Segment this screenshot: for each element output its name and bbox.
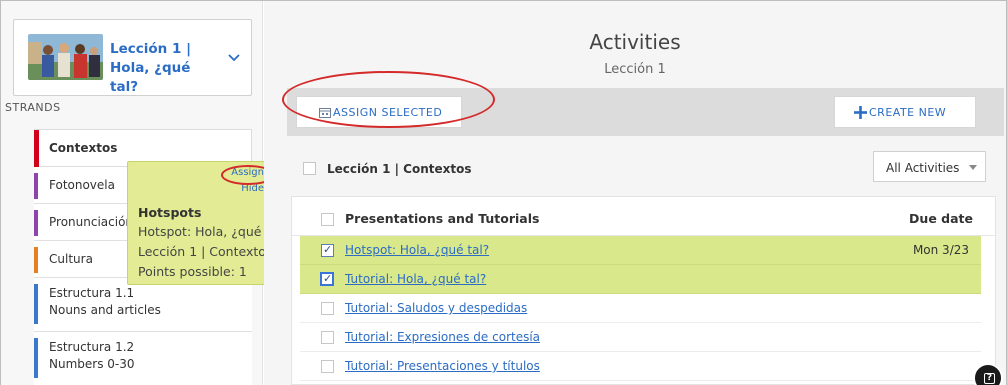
- lesson-title: Lección 1 | Hola, ¿qué tal?: [110, 41, 191, 95]
- lesson-thumbnail: [28, 34, 103, 80]
- group-label: Lección 1 | Contextos: [327, 162, 472, 176]
- activity-link[interactable]: Tutorial: Hola, ¿qué tal?: [345, 272, 486, 286]
- create-new-label: CREATE NEW: [869, 106, 947, 119]
- help-icon: ?: [984, 373, 995, 384]
- activity-link[interactable]: Hotspot: Hola, ¿qué tal?: [345, 243, 489, 257]
- row-checkbox[interactable]: [320, 272, 334, 286]
- activity-row: Tutorial: Expresiones de cortesía: [300, 323, 981, 352]
- strand-title: Estructura 1.2: [49, 340, 135, 354]
- strand-item-estructura-1-2[interactable]: Estructura 1.2 Numbers 0-30: [34, 332, 252, 385]
- main-content: Activities Lección 1 ASSIGN SELECTED CRE…: [264, 1, 1006, 385]
- row-checkbox[interactable]: [321, 331, 334, 344]
- tooltip-line: Points possible: 1: [138, 264, 247, 279]
- activity-link[interactable]: Tutorial: Presentaciones y títulos: [345, 359, 540, 373]
- help-button[interactable]: ?: [973, 363, 1003, 385]
- sidebar: Lección 1 | Hola, ¿qué tal? STRANDS Cont…: [1, 1, 295, 385]
- strand-color-bar: [34, 130, 39, 167]
- activity-link[interactable]: Tutorial: Expresiones de cortesía: [345, 330, 540, 344]
- chevron-down-icon[interactable]: [226, 49, 242, 65]
- lesson-selector[interactable]: Lección 1 | Hola, ¿qué tal?: [13, 19, 252, 96]
- strand-color-bar: [34, 247, 38, 273]
- strand-label: Pronunciación: [49, 215, 134, 229]
- due-date-header: Due date: [909, 211, 973, 226]
- activity-filter-select[interactable]: All Activities: [873, 151, 986, 182]
- tooltip-line: Lección 1 | Contextos: [138, 244, 273, 259]
- group-checkbox[interactable]: [303, 162, 316, 175]
- strand-title: Estructura 1.1: [49, 286, 135, 300]
- strand-subtitle: Numbers 0-30: [49, 357, 135, 371]
- panel-header: Presentations and Tutorials Due date: [292, 197, 995, 236]
- select-all-checkbox[interactable]: [321, 213, 334, 226]
- strand-item-estructura-1-1[interactable]: Estructura 1.1 Nouns and articles: [34, 278, 252, 332]
- strand-label: Estructura 1.2 Numbers 0-30: [49, 339, 135, 373]
- activity-due-date: Mon 3/23: [912, 243, 969, 257]
- activities-panel: Presentations and Tutorials Due date Hot…: [291, 196, 996, 385]
- activity-link[interactable]: Tutorial: Saludos y despedidas: [345, 301, 527, 315]
- annotation-circle: [282, 71, 495, 128]
- page-title: Activities: [589, 30, 681, 54]
- activity-row: Tutorial: Presentaciones y títulos: [300, 352, 981, 381]
- tooltip-heading: Hotspots: [138, 205, 202, 220]
- panel-heading: Presentations and Tutorials: [345, 211, 540, 226]
- strand-color-bar: [34, 173, 38, 199]
- activity-row: Tutorial: Hola, ¿qué tal?: [300, 265, 981, 294]
- create-new-button[interactable]: CREATE NEW: [834, 96, 976, 128]
- strand-label: Cultura: [49, 252, 93, 266]
- strand-label: Contextos: [49, 141, 118, 155]
- strand-color-bar: [34, 284, 38, 324]
- caret-down-icon: [969, 165, 977, 170]
- strand-label: Estructura 1.1 Nouns and articles: [49, 285, 161, 319]
- filter-selected-value: All Activities: [886, 161, 960, 175]
- row-checkbox[interactable]: [321, 302, 334, 315]
- row-checkbox[interactable]: [321, 243, 334, 257]
- row-checkbox[interactable]: [321, 360, 334, 373]
- strand-subtitle: Nouns and articles: [49, 303, 161, 317]
- strand-label: Fotonovela: [49, 178, 115, 192]
- strands-heading: STRANDS: [5, 101, 61, 114]
- strand-color-bar: [34, 338, 38, 378]
- strand-color-bar: [34, 210, 38, 236]
- activity-row: Tutorial: Saludos y despedidas: [300, 294, 981, 323]
- activity-row: Hotspot: Hola, ¿qué tal? Mon 3/23: [300, 236, 981, 265]
- plus-icon: [854, 106, 867, 119]
